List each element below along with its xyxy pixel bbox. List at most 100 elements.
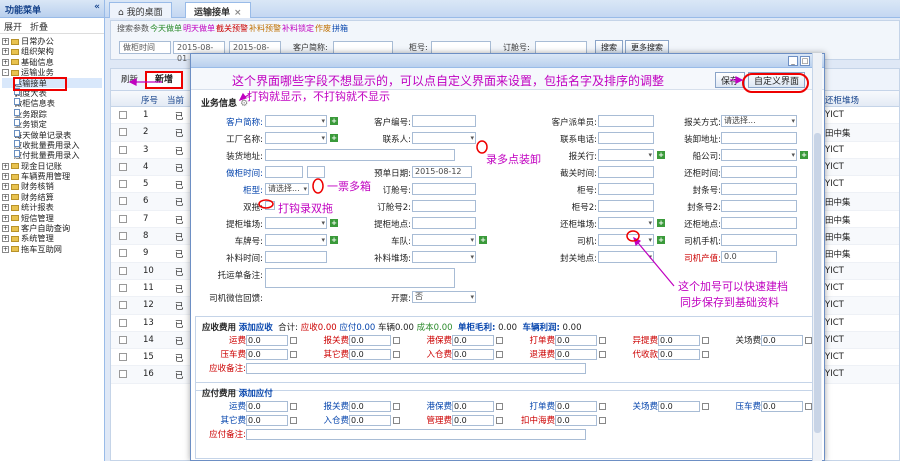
fee-input[interactable]: 0.0 <box>555 401 597 412</box>
row-checkbox[interactable] <box>119 283 127 292</box>
collapse-all-button[interactable]: 折叠 <box>30 23 48 33</box>
fee-checkbox[interactable] <box>496 337 503 344</box>
return-yard-input[interactable] <box>598 217 654 229</box>
close-icon[interactable]: × <box>234 8 242 18</box>
fee-checkbox[interactable] <box>290 417 297 424</box>
driver-phone-input[interactable] <box>721 234 797 246</box>
sidebar-item[interactable]: 做柜信息表 <box>2 98 102 108</box>
expand-toggle-icon[interactable]: + <box>2 245 9 253</box>
contact-tel-input[interactable] <box>598 132 654 144</box>
contact-input[interactable] <box>412 132 476 144</box>
expand-toggle-icon[interactable]: + <box>2 183 9 191</box>
fee-checkbox[interactable] <box>599 403 606 410</box>
fee-checkbox[interactable] <box>393 417 400 424</box>
factory-input[interactable] <box>265 132 327 144</box>
expand-toggle-icon[interactable]: + <box>2 162 9 170</box>
driver-value-input[interactable]: 0.0 <box>721 251 777 263</box>
col-return-yard[interactable]: 还柜堆场 <box>825 94 859 106</box>
fee-input[interactable]: 0.0 <box>349 335 391 346</box>
do-time-input[interactable] <box>265 166 303 178</box>
sidebar-item[interactable]: + 现金日记账 <box>2 161 102 171</box>
fee-checkbox[interactable] <box>702 351 709 358</box>
fee-input[interactable]: 0.0 <box>555 415 597 426</box>
col-status[interactable]: 当前 <box>167 94 184 106</box>
sidebar-item[interactable]: + 基础信息 <box>2 57 102 67</box>
fee-input[interactable]: 0.0 <box>452 349 494 360</box>
row-checkbox[interactable] <box>119 162 127 171</box>
sidebar-item[interactable]: + 财务结算 <box>2 192 102 202</box>
minimize-icon[interactable]: _ <box>788 56 798 66</box>
load-contact-input[interactable] <box>721 132 797 144</box>
scroll-thumb[interactable] <box>814 133 821 433</box>
fee-checkbox[interactable] <box>702 403 709 410</box>
do-time-hour-input[interactable] <box>307 166 325 178</box>
fee-input[interactable]: 0.0 <box>658 335 700 346</box>
fee-checkbox[interactable] <box>290 337 297 344</box>
expand-toggle-icon[interactable]: + <box>2 48 9 56</box>
row-checkbox[interactable] <box>119 232 127 241</box>
date-type-select[interactable]: 做柜时间 <box>119 41 171 54</box>
fee-remark-input[interactable] <box>246 429 586 440</box>
cabinet-no-input[interactable] <box>598 183 654 195</box>
expand-toggle-icon[interactable]: + <box>2 58 9 66</box>
add-fee-link[interactable]: 添加应付 <box>239 389 273 399</box>
expand-toggle-icon[interactable]: + <box>2 193 9 201</box>
booking-no-input[interactable] <box>412 183 476 195</box>
customer-input[interactable] <box>265 115 327 127</box>
team-input[interactable] <box>412 234 476 246</box>
pick-yard-input[interactable] <box>265 217 327 229</box>
tab-transport-order[interactable]: 运输接单 × <box>185 2 251 18</box>
fee-input[interactable]: 0.0 <box>452 415 494 426</box>
add-icon[interactable]: + <box>330 236 338 244</box>
declare-mode-input[interactable]: 请选择... <box>721 115 797 127</box>
fee-checkbox[interactable] <box>496 417 503 424</box>
fee-checkbox[interactable] <box>599 337 606 344</box>
more-search-button[interactable]: 更多搜索 <box>625 40 669 54</box>
remark-input[interactable] <box>265 268 455 288</box>
customs-place-input[interactable] <box>598 251 654 263</box>
fee-checkbox[interactable] <box>805 337 812 344</box>
sidebar-item[interactable]: + 日常办公 <box>2 36 102 46</box>
expand-toggle-icon[interactable]: + <box>2 38 9 45</box>
collapse-icon[interactable]: « <box>94 2 100 12</box>
expand-all-button[interactable]: 展开 <box>4 23 22 33</box>
row-checkbox[interactable] <box>119 128 127 137</box>
box-type-input[interactable]: 请选择... <box>265 183 309 195</box>
expand-toggle-icon[interactable]: + <box>2 225 9 233</box>
sup-time-input[interactable] <box>265 251 327 263</box>
return-place-input[interactable] <box>721 217 797 229</box>
fee-checkbox[interactable] <box>393 351 400 358</box>
row-checkbox[interactable] <box>119 266 127 275</box>
fee-input[interactable]: 0.0 <box>452 401 494 412</box>
sidebar-item[interactable]: + 客户自助查询 <box>2 223 102 233</box>
sidebar-item[interactable]: + 财务核销 <box>2 181 102 191</box>
dispatcher-input[interactable] <box>598 115 654 127</box>
dialog-scrollbar[interactable] <box>812 53 822 461</box>
sidebar-item[interactable]: - 运输业务 <box>2 67 102 77</box>
fee-input[interactable]: 0.0 <box>246 401 288 412</box>
save-button[interactable]: 保存 <box>715 72 746 88</box>
load-addr-input[interactable] <box>265 149 455 161</box>
fee-checkbox[interactable] <box>599 351 606 358</box>
sidebar-item[interactable]: 业务跟踪 <box>2 108 102 119</box>
add-icon[interactable]: + <box>479 236 487 244</box>
expand-toggle-icon[interactable]: + <box>2 214 9 222</box>
return-time-input[interactable] <box>721 166 797 178</box>
add-icon[interactable]: + <box>800 151 808 159</box>
fee-checkbox[interactable] <box>805 403 812 410</box>
fee-remark-input[interactable] <box>246 363 586 374</box>
row-checkbox[interactable] <box>119 335 127 344</box>
expand-toggle-icon[interactable]: + <box>2 173 9 181</box>
sidebar-item[interactable]: 每天做单记录表 <box>2 129 102 140</box>
maximize-icon[interactable]: □ <box>800 56 810 66</box>
fee-checkbox[interactable] <box>393 337 400 344</box>
broker-input[interactable] <box>598 149 654 161</box>
driver-input[interactable] <box>598 234 654 246</box>
expand-toggle-icon[interactable]: + <box>2 204 9 212</box>
invoice-input[interactable]: 否 <box>412 291 476 303</box>
fee-input[interactable]: 0.0 <box>658 401 700 412</box>
plate-input[interactable] <box>265 234 327 246</box>
double-checkbox[interactable] <box>265 201 275 210</box>
booking-no2-input[interactable] <box>412 200 476 212</box>
fee-input[interactable]: 0.0 <box>246 335 288 346</box>
